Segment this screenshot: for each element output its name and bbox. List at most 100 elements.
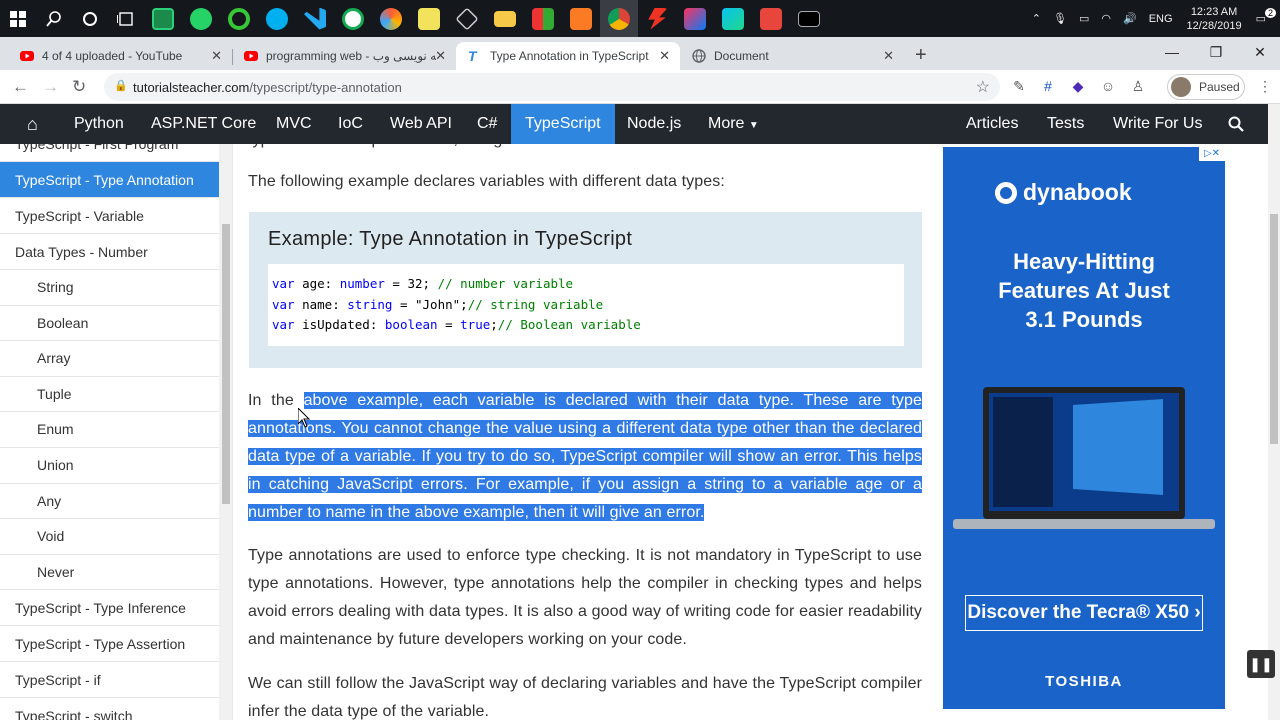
tab-title: Document — [714, 49, 769, 63]
sidebar-subitem[interactable]: String — [0, 270, 219, 306]
sidebar-subitem[interactable]: Array — [0, 341, 219, 377]
address-bar[interactable]: 🔒 tutorialsteacher.com/typescript/type-a… — [104, 73, 1000, 101]
advertisement-banner[interactable]: ▷✕ dynabook Heavy-Hitting Features At Ju… — [943, 147, 1225, 709]
nav-articles[interactable]: Articles — [952, 104, 1032, 144]
sidebar-subitem[interactable]: Enum — [0, 412, 219, 448]
ad-choices-icon[interactable]: ▷✕ — [1199, 147, 1225, 161]
page-scrollbar[interactable] — [1268, 104, 1280, 720]
sidebar-item-active[interactable]: TypeScript - Type Annotation — [0, 162, 219, 198]
code-line: var isUpdated: boolean = true;// Boolean… — [272, 317, 641, 332]
nav-python[interactable]: Python — [60, 104, 138, 144]
cube-extension-icon[interactable]: ◆ — [1069, 78, 1087, 96]
app-blue-icon[interactable] — [372, 0, 410, 37]
nav-aspnet-core[interactable]: ASP.NET Core — [137, 104, 270, 144]
language-indicator[interactable]: ENG — [1143, 13, 1179, 25]
cortana-icon[interactable] — [72, 0, 108, 37]
app-leaf-icon[interactable] — [334, 0, 372, 37]
sidebar-scrollbar-thumb[interactable] — [222, 224, 230, 504]
app-green-icon[interactable] — [144, 0, 182, 37]
close-icon[interactable]: ✕ — [435, 48, 446, 64]
grid-extension-icon[interactable]: # — [1039, 78, 1057, 96]
sidebar-subitem[interactable]: Union — [0, 448, 219, 484]
browser-tab[interactable]: 4 of 4 uploaded - YouTube ✕ — [8, 42, 233, 70]
profile-button[interactable]: Paused — [1167, 74, 1245, 100]
nav-tests[interactable]: Tests — [1033, 104, 1098, 144]
wifi-icon[interactable]: ◠ — [1095, 12, 1117, 25]
nav-typescript[interactable]: TypeScript — [511, 104, 615, 144]
sidebar-scrollbar[interactable] — [219, 144, 232, 720]
sidebar-subitem[interactable]: Tuple — [0, 377, 219, 413]
whatsapp-icon[interactable] — [182, 0, 220, 37]
app-paper-icon[interactable] — [410, 0, 448, 37]
browser-tab[interactable]: Document ✕ — [680, 42, 904, 70]
nav-mvc[interactable]: MVC — [262, 104, 326, 144]
page-scrollbar-thumb[interactable] — [1270, 214, 1278, 444]
new-tab-icon[interactable]: + — [915, 44, 927, 67]
close-icon[interactable]: ✕ — [883, 48, 894, 64]
notification-icon[interactable]: ▭ 2 — [1250, 8, 1280, 25]
nav-write-for-us[interactable]: Write For Us — [1099, 104, 1216, 144]
close-icon[interactable]: ✕ — [659, 48, 670, 64]
battery-icon[interactable]: ▭ — [1073, 12, 1095, 25]
vscode-icon[interactable] — [296, 0, 334, 37]
minimize-icon[interactable]: — — [1150, 37, 1194, 67]
nav-csharp[interactable]: C# — [463, 104, 511, 144]
xampp-icon[interactable] — [562, 0, 600, 37]
ad-cta-button[interactable]: Discover the Tecra® X50 › — [965, 595, 1203, 631]
webstorm-icon[interactable] — [714, 0, 752, 37]
pause-icon[interactable]: ❚❚ — [1247, 650, 1275, 678]
browser-toolbar: ← → ↻ 🔒 tutorialsteacher.com/typescript/… — [0, 70, 1280, 104]
search-icon[interactable] — [36, 0, 72, 37]
sidebar-item[interactable]: Data Types - Number — [0, 234, 219, 270]
app-orange-icon[interactable] — [752, 0, 790, 37]
sidebar-item[interactable]: TypeScript - if — [0, 662, 219, 699]
nav-more[interactable]: More ▼ — [694, 104, 773, 144]
restore-icon[interactable]: ❐ — [1194, 37, 1238, 67]
ad-maker: TOSHIBA — [1045, 673, 1123, 690]
bookmark-star-icon[interactable]: ☆ — [976, 77, 990, 97]
menu-icon[interactable]: ⋮ — [1256, 78, 1274, 96]
app-cube-icon[interactable] — [448, 0, 486, 37]
sidebar-item[interactable]: TypeScript - First Program — [0, 144, 219, 162]
tab-title: programming web - آموزش برنامه نویسی وب — [266, 49, 436, 63]
text-selection: above example, each variable is declared… — [248, 392, 922, 521]
nav-web-api[interactable]: Web API — [376, 104, 466, 144]
back-arrow-icon[interactable]: ← — [12, 77, 29, 97]
app-tiles-icon[interactable] — [524, 0, 562, 37]
sidebar-item[interactable]: TypeScript - Variable — [0, 198, 219, 234]
windows-start-icon[interactable] — [0, 0, 36, 37]
file-explorer-icon[interactable] — [486, 0, 524, 37]
close-icon[interactable]: ✕ — [211, 48, 222, 64]
volume-icon[interactable]: 🔊 — [1117, 12, 1143, 25]
sidebar-subitem[interactable]: Any — [0, 484, 219, 520]
window-close-icon[interactable]: ✕ — [1238, 37, 1280, 67]
reload-icon[interactable]: ↻ — [72, 77, 86, 97]
task-view-icon[interactable] — [108, 0, 144, 37]
nav-nodejs[interactable]: Node.js — [613, 104, 695, 144]
smiley-extension-icon[interactable]: ☺ — [1099, 78, 1117, 96]
intellij-icon[interactable] — [676, 0, 714, 37]
chevron-up-icon[interactable]: ⌃ — [1026, 12, 1047, 25]
sidebar-subitem[interactable]: Void — [0, 519, 219, 555]
skype-icon[interactable] — [258, 0, 296, 37]
clock[interactable]: 12:23 AM 12/28/2019 — [1179, 5, 1250, 33]
sidebar-subitem[interactable]: Boolean — [0, 306, 219, 342]
home-icon[interactable]: ⌂ — [13, 104, 52, 144]
app-red-icon[interactable] — [638, 0, 676, 37]
eyedropper-icon[interactable]: ✎ — [1010, 78, 1028, 96]
terminal-icon[interactable] — [790, 0, 828, 37]
sidebar-subitem[interactable]: Never — [0, 555, 219, 591]
browser-tab[interactable]: programming web - آموزش برنامه نویسی وب … — [232, 42, 456, 70]
app-ring-icon[interactable] — [220, 0, 258, 37]
user-extension-icon[interactable]: ♙ — [1129, 78, 1147, 96]
browser-tab-active[interactable]: T Type Annotation in TypeScript ✕ — [456, 42, 680, 70]
lock-icon: 🔒 — [114, 80, 128, 92]
sidebar-item[interactable]: TypeScript - switch — [0, 698, 219, 720]
chrome-icon[interactable] — [600, 0, 638, 37]
sidebar-item[interactable]: TypeScript - Type Assertion — [0, 626, 219, 663]
forward-arrow-icon[interactable]: → — [42, 77, 59, 97]
search-icon[interactable] — [1214, 104, 1258, 144]
sidebar-item[interactable]: TypeScript - Type Inference — [0, 590, 219, 627]
microphone-icon[interactable]: 🎙 — [1047, 12, 1073, 25]
nav-ioc[interactable]: IoC — [324, 104, 377, 144]
